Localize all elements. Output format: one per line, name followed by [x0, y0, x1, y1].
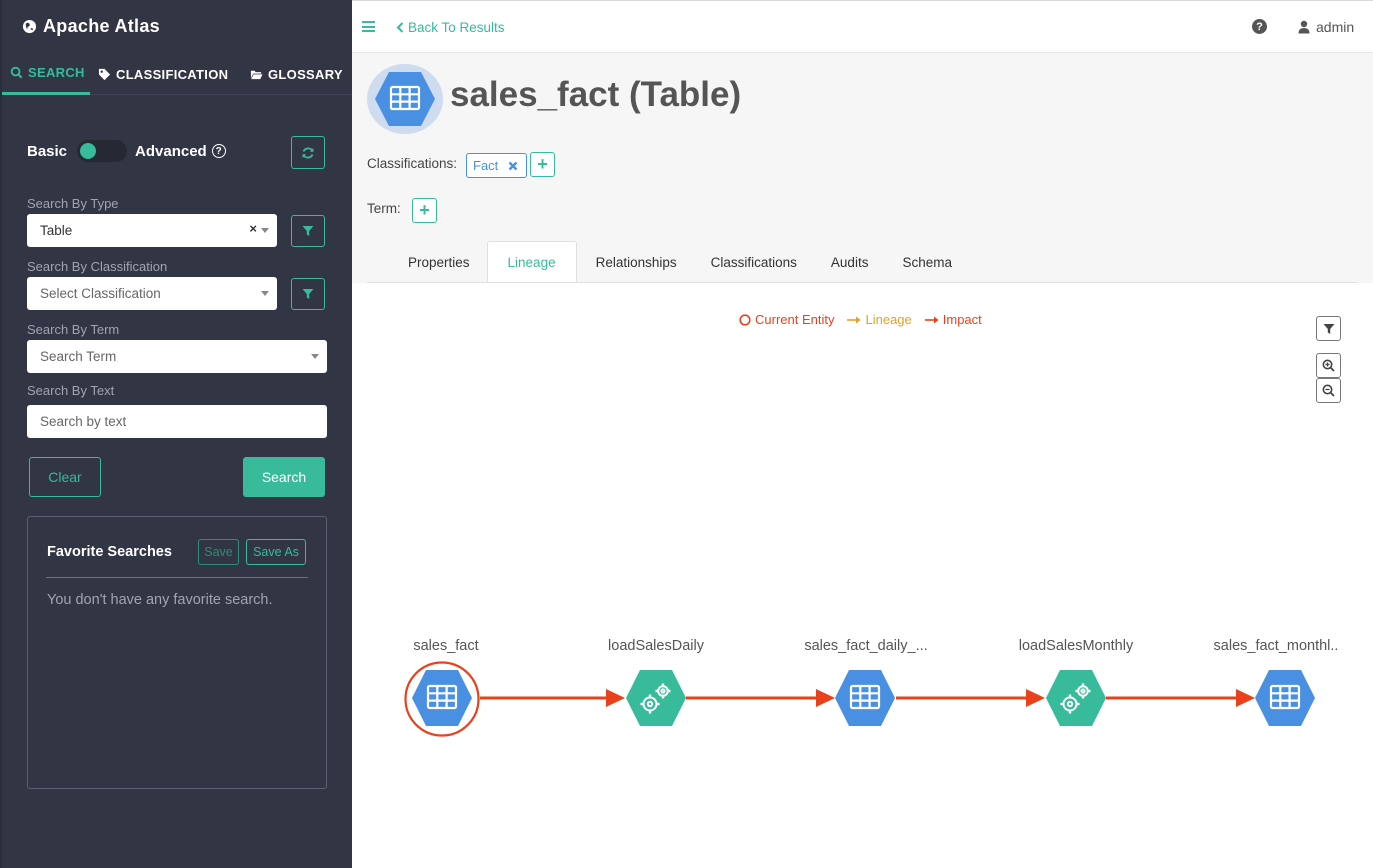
- lineage-node-table-icon[interactable]: [410, 668, 474, 728]
- lineage-node-table-icon[interactable]: [833, 668, 897, 728]
- lineage-edge: [686, 689, 835, 707]
- lineage-node-process-icon[interactable]: [624, 668, 688, 728]
- lineage-node-label: sales_fact: [413, 638, 479, 654]
- lineage-node-table-icon[interactable]: [1253, 668, 1317, 728]
- lineage-edge: [1106, 689, 1255, 707]
- lineage-node-label: sales_fact_daily_...: [804, 638, 928, 654]
- lineage-node-label: loadSalesMonthly: [1018, 638, 1134, 654]
- lineage-node-label: sales_fact_monthl..: [1213, 638, 1339, 654]
- lineage-edge: [896, 689, 1045, 707]
- lineage-node-label: loadSalesDaily: [608, 638, 704, 654]
- lineage-edge: [480, 689, 625, 707]
- lineage-edges: [480, 689, 1255, 707]
- lineage-node-process-icon[interactable]: [1044, 668, 1108, 728]
